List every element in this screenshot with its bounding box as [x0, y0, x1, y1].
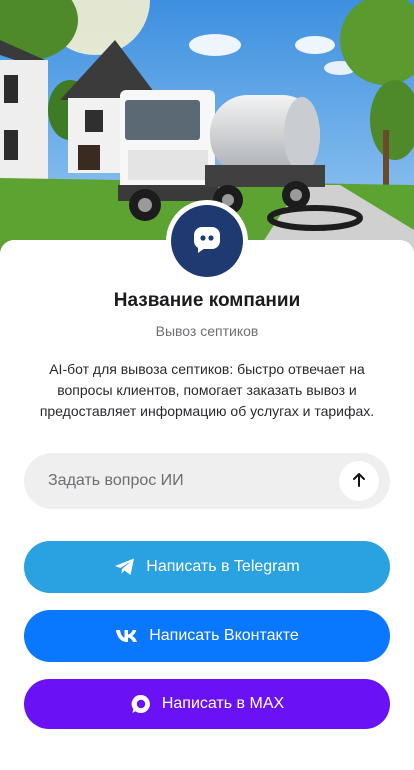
vk-button[interactable]: Написать Вконтакте [24, 610, 390, 662]
telegram-button[interactable]: Написать в Telegram [24, 541, 390, 593]
telegram-button-label: Написать в Telegram [146, 558, 300, 575]
telegram-icon [114, 557, 136, 577]
send-button[interactable] [339, 461, 379, 501]
company-name: Название компании [113, 290, 301, 311]
max-icon [130, 693, 152, 715]
arrow-up-icon [351, 472, 367, 491]
company-category: Вывоз септиков [155, 323, 259, 339]
ask-ai-field [24, 453, 390, 509]
max-button-label: Написать в MAX [161, 695, 285, 712]
company-description: AI-бот для вывоза септиков: быстро отвеч… [39, 361, 375, 419]
max-button[interactable]: Написать в MAX [24, 679, 390, 729]
vk-icon [115, 629, 139, 643]
avatar-circle [171, 205, 243, 277]
ask-ai-input[interactable] [24, 453, 324, 509]
chat-bot-icon [192, 224, 222, 259]
vk-button-label: Написать Вконтакте [149, 627, 299, 644]
avatar [166, 200, 248, 282]
